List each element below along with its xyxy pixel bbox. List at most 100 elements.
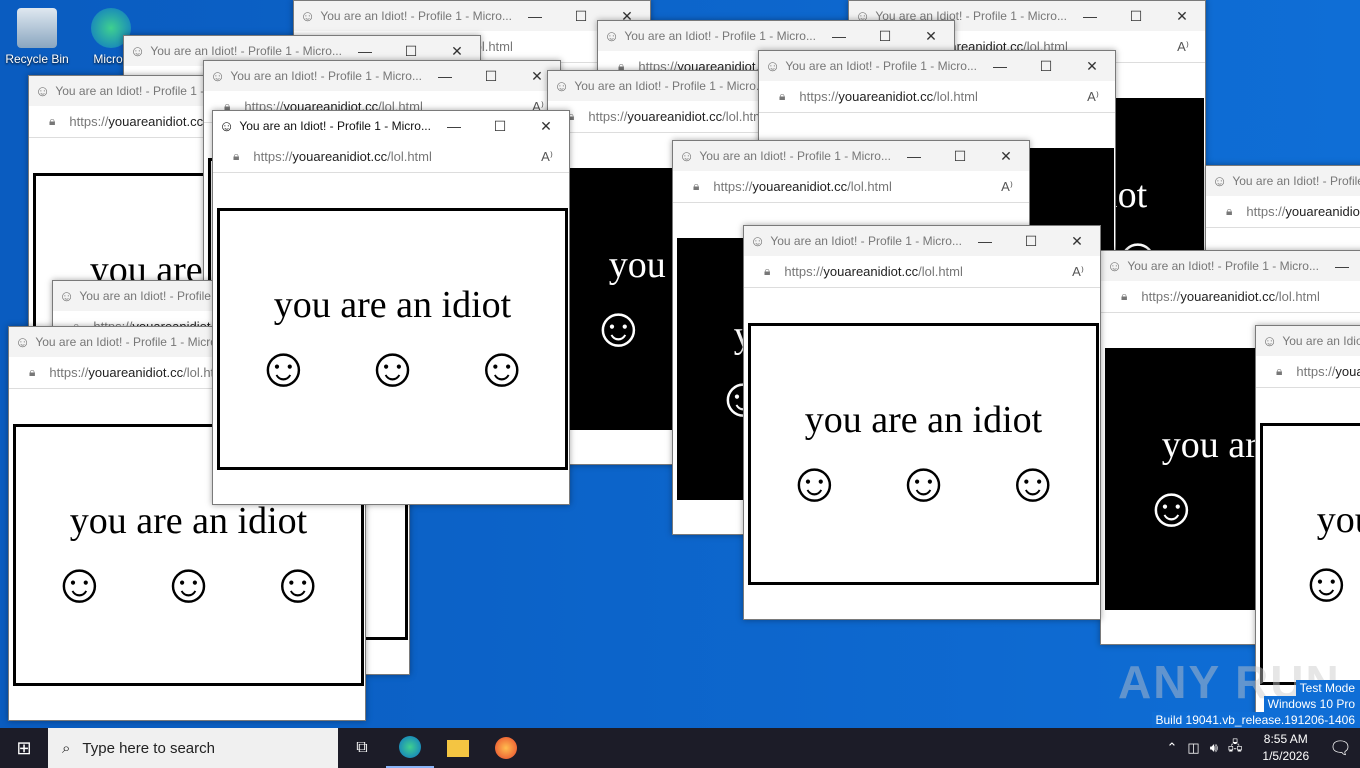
smiley-icon: ☺ [894, 450, 953, 513]
window-title: You are an Idiot! - Profile 1 - Micro... [785, 59, 977, 73]
network-icon[interactable]: 🖧 [1228, 737, 1243, 759]
address-bar[interactable]: 🔒︎ https://youareanidiot.cc/lol.html A⁾ [1101, 281, 1360, 313]
file-explorer-button[interactable] [434, 728, 482, 768]
title-bar[interactable]: ☺ You are an Idiot! - Profile 1 - Micro.… [1256, 326, 1360, 356]
browser-window[interactable]: ☺ You are an Idiot! - Profile 1 - Micro.… [743, 225, 1101, 620]
firefox-icon [495, 737, 517, 759]
title-bar[interactable]: ☺ You are an Idiot! - Profile 1 - Micro.… [213, 111, 569, 141]
notification-icon[interactable]: 🗨︎ [1329, 738, 1352, 759]
lock-icon: 🔒︎ [1121, 289, 1128, 303]
title-bar[interactable]: ☺ You are an Idiot! - Profile 1 - Micro.… [744, 226, 1100, 256]
lock-icon: 🔒︎ [1226, 204, 1233, 218]
url-host: youareanidiot.cc [1335, 364, 1360, 379]
url-host: youareanidiot.cc [292, 149, 388, 164]
title-bar[interactable]: ☺ You are an Idiot! - Profile 1 - Micro.… [1101, 251, 1360, 281]
smiley-favicon-icon: ☺ [750, 232, 766, 250]
url-scheme: https:// [1296, 364, 1336, 379]
minimize-button[interactable]: — [962, 233, 1008, 249]
lock-icon: 🔒︎ [764, 264, 771, 278]
close-button[interactable]: ✕ [1159, 8, 1205, 25]
address-bar[interactable]: 🔒︎ https://youareanidiot.cc/lol.html A⁾ [759, 81, 1115, 113]
url-host: youareanidiot.cc [752, 179, 848, 194]
chevron-up-icon[interactable]: ⌃ [1167, 740, 1178, 756]
url-scheme: https:// [588, 109, 628, 124]
smiley-icon: ☺ [1142, 475, 1200, 538]
maximize-button[interactable]: ☐ [1008, 233, 1054, 250]
maximize-button[interactable]: ☐ [477, 118, 523, 135]
taskbar: ⊞ ⌕ Type here to search ⧉ ⌃ ◫ 🔊︎ 🖧 8:55 … [0, 728, 1360, 768]
url[interactable]: https://youareanidiot.cc/lol.html [1141, 289, 1360, 304]
minimize-button[interactable]: — [431, 118, 477, 134]
url[interactable]: https://youareanidiot.cc/lol.html [1246, 204, 1360, 219]
maximize-button[interactable]: ☐ [388, 43, 434, 60]
url[interactable]: https://youareanidiot.cc/lol.html [799, 89, 1087, 104]
address-bar[interactable]: 🔒︎ https://youareanidiot.cc/lol.html A⁾ [213, 141, 569, 173]
lock-icon: 🔒︎ [693, 179, 700, 193]
maximize-button[interactable]: ☐ [862, 28, 908, 45]
minimize-button[interactable]: — [1319, 258, 1360, 274]
minimize-button[interactable]: — [342, 43, 388, 59]
search-icon: ⌕ [62, 739, 71, 757]
url[interactable]: https://youareanidiot.cc/lol.html [784, 264, 1072, 279]
url[interactable]: https://youareanidiot.cc/lol.html [1296, 364, 1360, 379]
close-button[interactable]: ✕ [1054, 233, 1100, 250]
window-title: You are an Idiot! - Profile 1 - Micro... [320, 9, 512, 23]
camera-icon[interactable]: ◫ [1187, 740, 1199, 756]
title-bar[interactable]: ☺ You are an Idiot! - Profile 1 - Micro.… [1206, 166, 1360, 196]
search-box[interactable]: ⌕ Type here to search [48, 728, 338, 768]
clock[interactable]: 8:55 AM 1/5/2026 [1262, 731, 1309, 765]
browser-window[interactable]: ☺ You are an Idiot! - Profile 1 - Micro.… [212, 110, 570, 505]
maximize-button[interactable]: ☐ [1113, 8, 1159, 25]
start-button[interactable]: ⊞ [0, 728, 48, 768]
edge-taskbar-button[interactable] [386, 728, 434, 768]
read-aloud-icon[interactable]: A⁾ [1072, 264, 1084, 280]
address-bar[interactable]: 🔒︎ https://youareanidiot.cc/lol.html A⁾ [744, 256, 1100, 288]
close-button[interactable]: ✕ [1069, 58, 1115, 75]
address-bar[interactable]: 🔒︎ https://youareanidiot.cc/lol.html A⁾ [1206, 196, 1360, 228]
maximize-button[interactable]: ☐ [1023, 58, 1069, 75]
address-bar[interactable]: 🔒︎ https://youareanidiot.cc/lol.html A⁾ [673, 171, 1029, 203]
window-title: You are an Idiot! - Profile 1 - Micro... [35, 335, 227, 349]
maximize-button[interactable]: ☐ [468, 68, 514, 85]
read-aloud-icon[interactable]: A⁾ [1177, 39, 1189, 55]
title-bar[interactable]: ☺ You are an Idiot! - Profile 1 - Micro.… [673, 141, 1029, 171]
minimize-button[interactable]: — [891, 148, 937, 164]
smiley-favicon-icon: ☺ [130, 42, 146, 60]
idiot-caption: you are an idiot [273, 284, 512, 326]
close-button[interactable]: ✕ [983, 148, 1029, 165]
close-button[interactable]: ✕ [434, 43, 480, 60]
url-scheme: https:// [784, 264, 824, 279]
url[interactable]: https://youareanidiot.cc/lol.html [253, 149, 541, 164]
minimize-button[interactable]: — [977, 58, 1023, 74]
url-scheme: https:// [1141, 289, 1181, 304]
title-bar[interactable]: ☺ You are an Idiot! - Profile 1 - Micro.… [759, 51, 1115, 81]
smiley-icon: ☺ [589, 295, 647, 358]
close-button[interactable]: ✕ [523, 118, 569, 135]
url-path: /lol.html [1275, 289, 1320, 304]
volume-icon[interactable]: 🔊︎ [1210, 740, 1218, 756]
read-aloud-icon[interactable]: A⁾ [1087, 89, 1099, 105]
url-host: youareanidiot.cc [1285, 204, 1360, 219]
url-scheme: https:// [1246, 204, 1286, 219]
window-title: You are an Idiot! - Profile 1 - Micro... [699, 149, 891, 163]
window-title: You are an Idiot! - Profile 1 - Micro... [770, 234, 962, 248]
idiot-content: you are an idiot ☺ ☺ ☺ [748, 323, 1099, 585]
window-title: You are an Idiot! - Profile 1 - Micro... [239, 119, 431, 133]
read-aloud-icon[interactable]: A⁾ [541, 149, 553, 165]
minimize-button[interactable]: — [422, 68, 468, 84]
url[interactable]: https://youareanidiot.cc/lol.html [713, 179, 1001, 194]
desktop-icon-recycle-bin[interactable]: Recycle Bin [0, 8, 74, 66]
minimize-button[interactable]: — [512, 8, 558, 24]
minimize-button[interactable]: — [816, 28, 862, 44]
task-view-button[interactable]: ⧉ [338, 728, 386, 768]
read-aloud-icon[interactable]: A⁾ [1001, 179, 1013, 195]
smiley-icon: ☺ [50, 551, 108, 614]
title-bar[interactable]: ☺ You are an Idiot! - Profile 1 - Micro.… [204, 61, 560, 91]
firefox-button[interactable] [482, 728, 530, 768]
smiley-favicon-icon: ☺ [59, 287, 75, 305]
close-button[interactable]: ✕ [908, 28, 954, 45]
address-bar[interactable]: 🔒︎ https://youareanidiot.cc/lol.html A⁾ [1256, 356, 1360, 388]
minimize-button[interactable]: — [1067, 8, 1113, 24]
maximize-button[interactable]: ☐ [937, 148, 983, 165]
title-bar[interactable]: ☺ You are an Idiot! - Profile 1 - Micro.… [598, 21, 954, 51]
